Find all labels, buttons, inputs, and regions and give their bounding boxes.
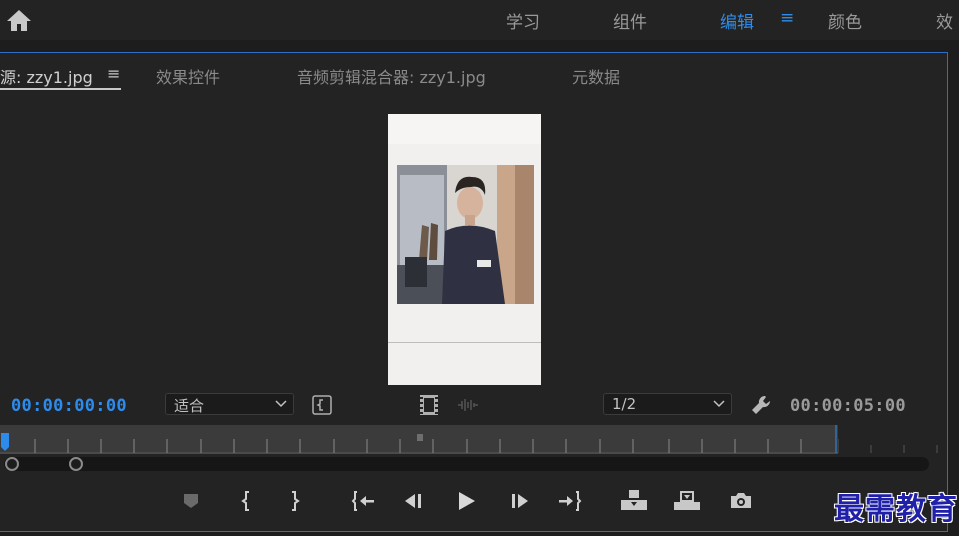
chevron-down-icon bbox=[275, 400, 287, 408]
time-ruler[interactable] bbox=[0, 425, 838, 454]
duration-timecode: 00:00:05:00 bbox=[790, 396, 906, 416]
home-icon[interactable] bbox=[4, 6, 34, 34]
zoom-level-select[interactable]: 适合 bbox=[165, 393, 294, 415]
mark-out-icon[interactable] bbox=[279, 486, 309, 516]
tab-metadata[interactable]: 元数据 bbox=[572, 64, 620, 88]
workspace-bar: 学习 组件 编辑 ≡ 颜色 效 bbox=[0, 0, 959, 40]
mark-in-icon[interactable] bbox=[232, 486, 262, 516]
go-to-in-icon[interactable] bbox=[348, 486, 378, 516]
camera-icon[interactable] bbox=[726, 486, 756, 516]
overwrite-icon[interactable] bbox=[672, 486, 702, 516]
go-to-out-icon[interactable] bbox=[555, 486, 585, 516]
source-preview-frame bbox=[388, 114, 541, 385]
insert-edit-point-icon[interactable] bbox=[311, 394, 333, 416]
ruler-extension bbox=[838, 439, 938, 453]
insert-icon[interactable] bbox=[619, 486, 649, 516]
playhead-marker-icon[interactable] bbox=[0, 431, 12, 453]
step-back-icon[interactable] bbox=[399, 486, 429, 516]
monitor-control-row: 00:00:00:00 适合 1/2 00:00:05:00 bbox=[0, 390, 959, 420]
zoom-scrollbar-left-handle[interactable] bbox=[5, 457, 19, 471]
step-forward-icon[interactable] bbox=[504, 486, 534, 516]
playback-resolution-value: 1/2 bbox=[612, 395, 637, 413]
zoom-level-value: 适合 bbox=[174, 397, 205, 415]
preview-image bbox=[397, 165, 534, 304]
tab-audio-clip-mixer[interactable]: 音频剪辑混合器: zzy1.jpg bbox=[297, 64, 486, 88]
add-marker-icon[interactable] bbox=[176, 486, 206, 516]
workspace-tab-color[interactable]: 颜色 bbox=[828, 8, 862, 33]
wrench-icon[interactable] bbox=[750, 393, 774, 417]
tab-effect-controls[interactable]: 效果控件 bbox=[156, 64, 220, 88]
playhead-timecode[interactable]: 00:00:00:00 bbox=[11, 396, 127, 416]
watermark-text: 最需教育 bbox=[834, 492, 958, 527]
transport-controls bbox=[0, 486, 959, 516]
workspace-tab-learn[interactable]: 学习 bbox=[506, 8, 540, 33]
zoom-scrollbar-right-handle[interactable] bbox=[69, 457, 83, 471]
panel-menu-icon[interactable]: ≡ bbox=[107, 64, 120, 83]
playback-resolution-select[interactable]: 1/2 bbox=[603, 393, 732, 415]
play-icon[interactable] bbox=[451, 486, 481, 516]
chevron-down-icon bbox=[713, 400, 725, 408]
workspace-menu-icon[interactable]: ≡ bbox=[780, 8, 794, 28]
workspace-tab-effects[interactable]: 效 bbox=[936, 8, 953, 33]
zoom-scrollbar[interactable] bbox=[4, 457, 929, 471]
drag-video-only-icon[interactable] bbox=[419, 393, 439, 417]
workspace-tab-edit[interactable]: 编辑 bbox=[720, 8, 754, 33]
workspace-tab-assemble[interactable]: 组件 bbox=[613, 8, 647, 33]
active-tab-indicator bbox=[0, 88, 121, 90]
drag-audio-only-icon[interactable] bbox=[457, 398, 479, 412]
tab-source[interactable]: 源: zzy1.jpg bbox=[0, 64, 93, 88]
